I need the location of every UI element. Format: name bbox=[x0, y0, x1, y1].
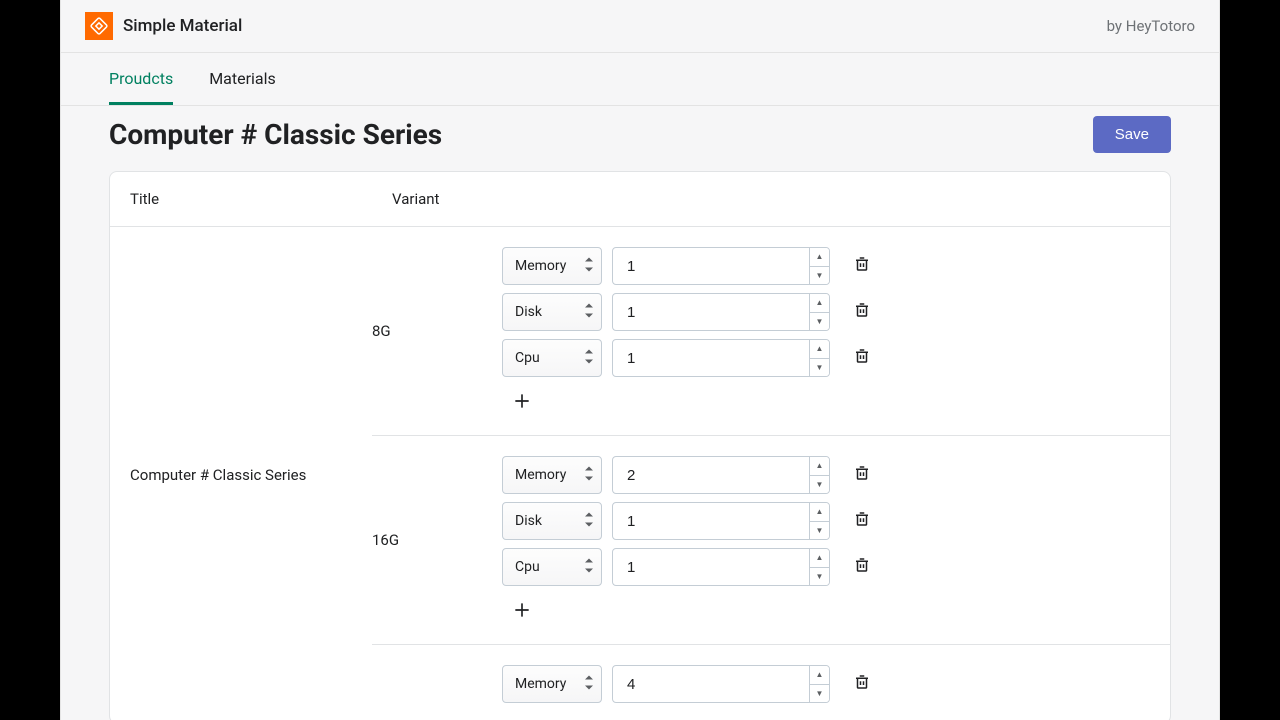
qty-increment-button[interactable]: ▲ bbox=[810, 666, 829, 685]
materials-cell: Memory▲▼Disk▲▼Cpu▲▼ bbox=[502, 247, 1170, 415]
trash-icon bbox=[853, 301, 871, 323]
qty-decrement-button[interactable]: ▼ bbox=[810, 568, 829, 586]
material-qty-input[interactable] bbox=[612, 665, 830, 703]
app-logo-icon bbox=[85, 12, 113, 40]
product-title-cell: Computer # Classic Series bbox=[110, 227, 372, 720]
trash-icon bbox=[853, 464, 871, 486]
qty-decrement-button[interactable]: ▼ bbox=[810, 685, 829, 703]
material-line: Memory ▲▼ bbox=[502, 456, 1170, 494]
plus-icon bbox=[512, 600, 532, 624]
material-qty-input[interactable] bbox=[612, 456, 830, 494]
qty-increment-button[interactable]: ▲ bbox=[810, 457, 829, 476]
material-type-select[interactable]: Cpu bbox=[502, 548, 602, 586]
qty-decrement-button[interactable]: ▼ bbox=[810, 267, 829, 285]
material-line: Memory ▲▼ bbox=[502, 247, 1170, 285]
add-material-button[interactable] bbox=[510, 600, 534, 624]
qty-increment-button[interactable]: ▲ bbox=[810, 549, 829, 568]
qty-increment-button[interactable]: ▲ bbox=[810, 294, 829, 313]
variants-card: Title Variant Computer # Classic Series … bbox=[109, 171, 1171, 720]
tab-materials[interactable]: Materials bbox=[209, 53, 276, 105]
material-type-select[interactable]: Memory bbox=[502, 247, 602, 285]
material-qty-input[interactable] bbox=[612, 293, 830, 331]
trash-icon bbox=[853, 510, 871, 532]
material-line: Disk ▲▼ bbox=[502, 293, 1170, 331]
material-line: Cpu ▲▼ bbox=[502, 339, 1170, 377]
delete-material-button[interactable] bbox=[850, 346, 874, 370]
tab-label: Proudcts bbox=[109, 69, 173, 88]
material-qty-input[interactable] bbox=[612, 548, 830, 586]
qty-increment-button[interactable]: ▲ bbox=[810, 503, 829, 522]
variant-row: 8GMemory▲▼Disk▲▼Cpu▲▼ bbox=[372, 227, 1170, 436]
trash-icon bbox=[853, 556, 871, 578]
material-line: Disk ▲▼ bbox=[502, 502, 1170, 540]
qty-decrement-button[interactable]: ▼ bbox=[810, 359, 829, 377]
material-type-select[interactable]: Memory bbox=[502, 456, 602, 494]
plus-icon bbox=[512, 391, 532, 415]
variant-name-cell bbox=[372, 665, 502, 703]
variant-row: 16GMemory▲▼Disk▲▼Cpu▲▼ bbox=[372, 436, 1170, 645]
save-button[interactable]: Save bbox=[1093, 116, 1171, 153]
delete-material-button[interactable] bbox=[850, 463, 874, 487]
product-row: Computer # Classic Series 8GMemory▲▼Disk… bbox=[110, 227, 1170, 720]
delete-material-button[interactable] bbox=[850, 672, 874, 696]
material-qty-input[interactable] bbox=[612, 502, 830, 540]
variant-name-cell: 16G bbox=[372, 456, 502, 624]
page-title: Computer # Classic Series bbox=[109, 118, 442, 151]
tab-products[interactable]: Proudcts bbox=[109, 53, 173, 105]
delete-material-button[interactable] bbox=[850, 254, 874, 278]
qty-increment-button[interactable]: ▲ bbox=[810, 340, 829, 359]
material-type-select[interactable]: Memory bbox=[502, 665, 602, 703]
material-qty-input[interactable] bbox=[612, 339, 830, 377]
qty-increment-button[interactable]: ▲ bbox=[810, 248, 829, 267]
material-line: Memory ▲▼ bbox=[502, 665, 1170, 703]
trash-icon bbox=[853, 673, 871, 695]
delete-material-button[interactable] bbox=[850, 300, 874, 324]
material-type-select[interactable]: Cpu bbox=[502, 339, 602, 377]
byline: by HeyTotoro bbox=[1107, 17, 1195, 35]
material-qty-input[interactable] bbox=[612, 247, 830, 285]
qty-decrement-button[interactable]: ▼ bbox=[810, 476, 829, 494]
trash-icon bbox=[853, 255, 871, 277]
variant-name-cell: 8G bbox=[372, 247, 502, 415]
tabs-row: Proudcts Materials bbox=[61, 53, 1219, 106]
brand: Simple Material bbox=[85, 12, 242, 40]
materials-cell: Memory ▲▼ bbox=[502, 665, 1170, 703]
tab-label: Materials bbox=[209, 69, 276, 88]
column-header-title: Title bbox=[130, 190, 392, 208]
materials-cell: Memory▲▼Disk▲▼Cpu▲▼ bbox=[502, 456, 1170, 624]
trash-icon bbox=[853, 347, 871, 369]
topbar: Simple Material by HeyTotoro bbox=[61, 0, 1219, 53]
qty-decrement-button[interactable]: ▼ bbox=[810, 313, 829, 331]
table-header: Title Variant bbox=[110, 172, 1170, 227]
material-line: Cpu ▲▼ bbox=[502, 548, 1170, 586]
app-title: Simple Material bbox=[123, 16, 242, 36]
qty-decrement-button[interactable]: ▼ bbox=[810, 522, 829, 540]
material-type-select[interactable]: Disk bbox=[502, 502, 602, 540]
delete-material-button[interactable] bbox=[850, 555, 874, 579]
add-material-button[interactable] bbox=[510, 391, 534, 415]
delete-material-button[interactable] bbox=[850, 509, 874, 533]
column-header-variant: Variant bbox=[392, 190, 522, 208]
material-type-select[interactable]: Disk bbox=[502, 293, 602, 331]
variant-row: Memory ▲▼ bbox=[372, 645, 1170, 720]
